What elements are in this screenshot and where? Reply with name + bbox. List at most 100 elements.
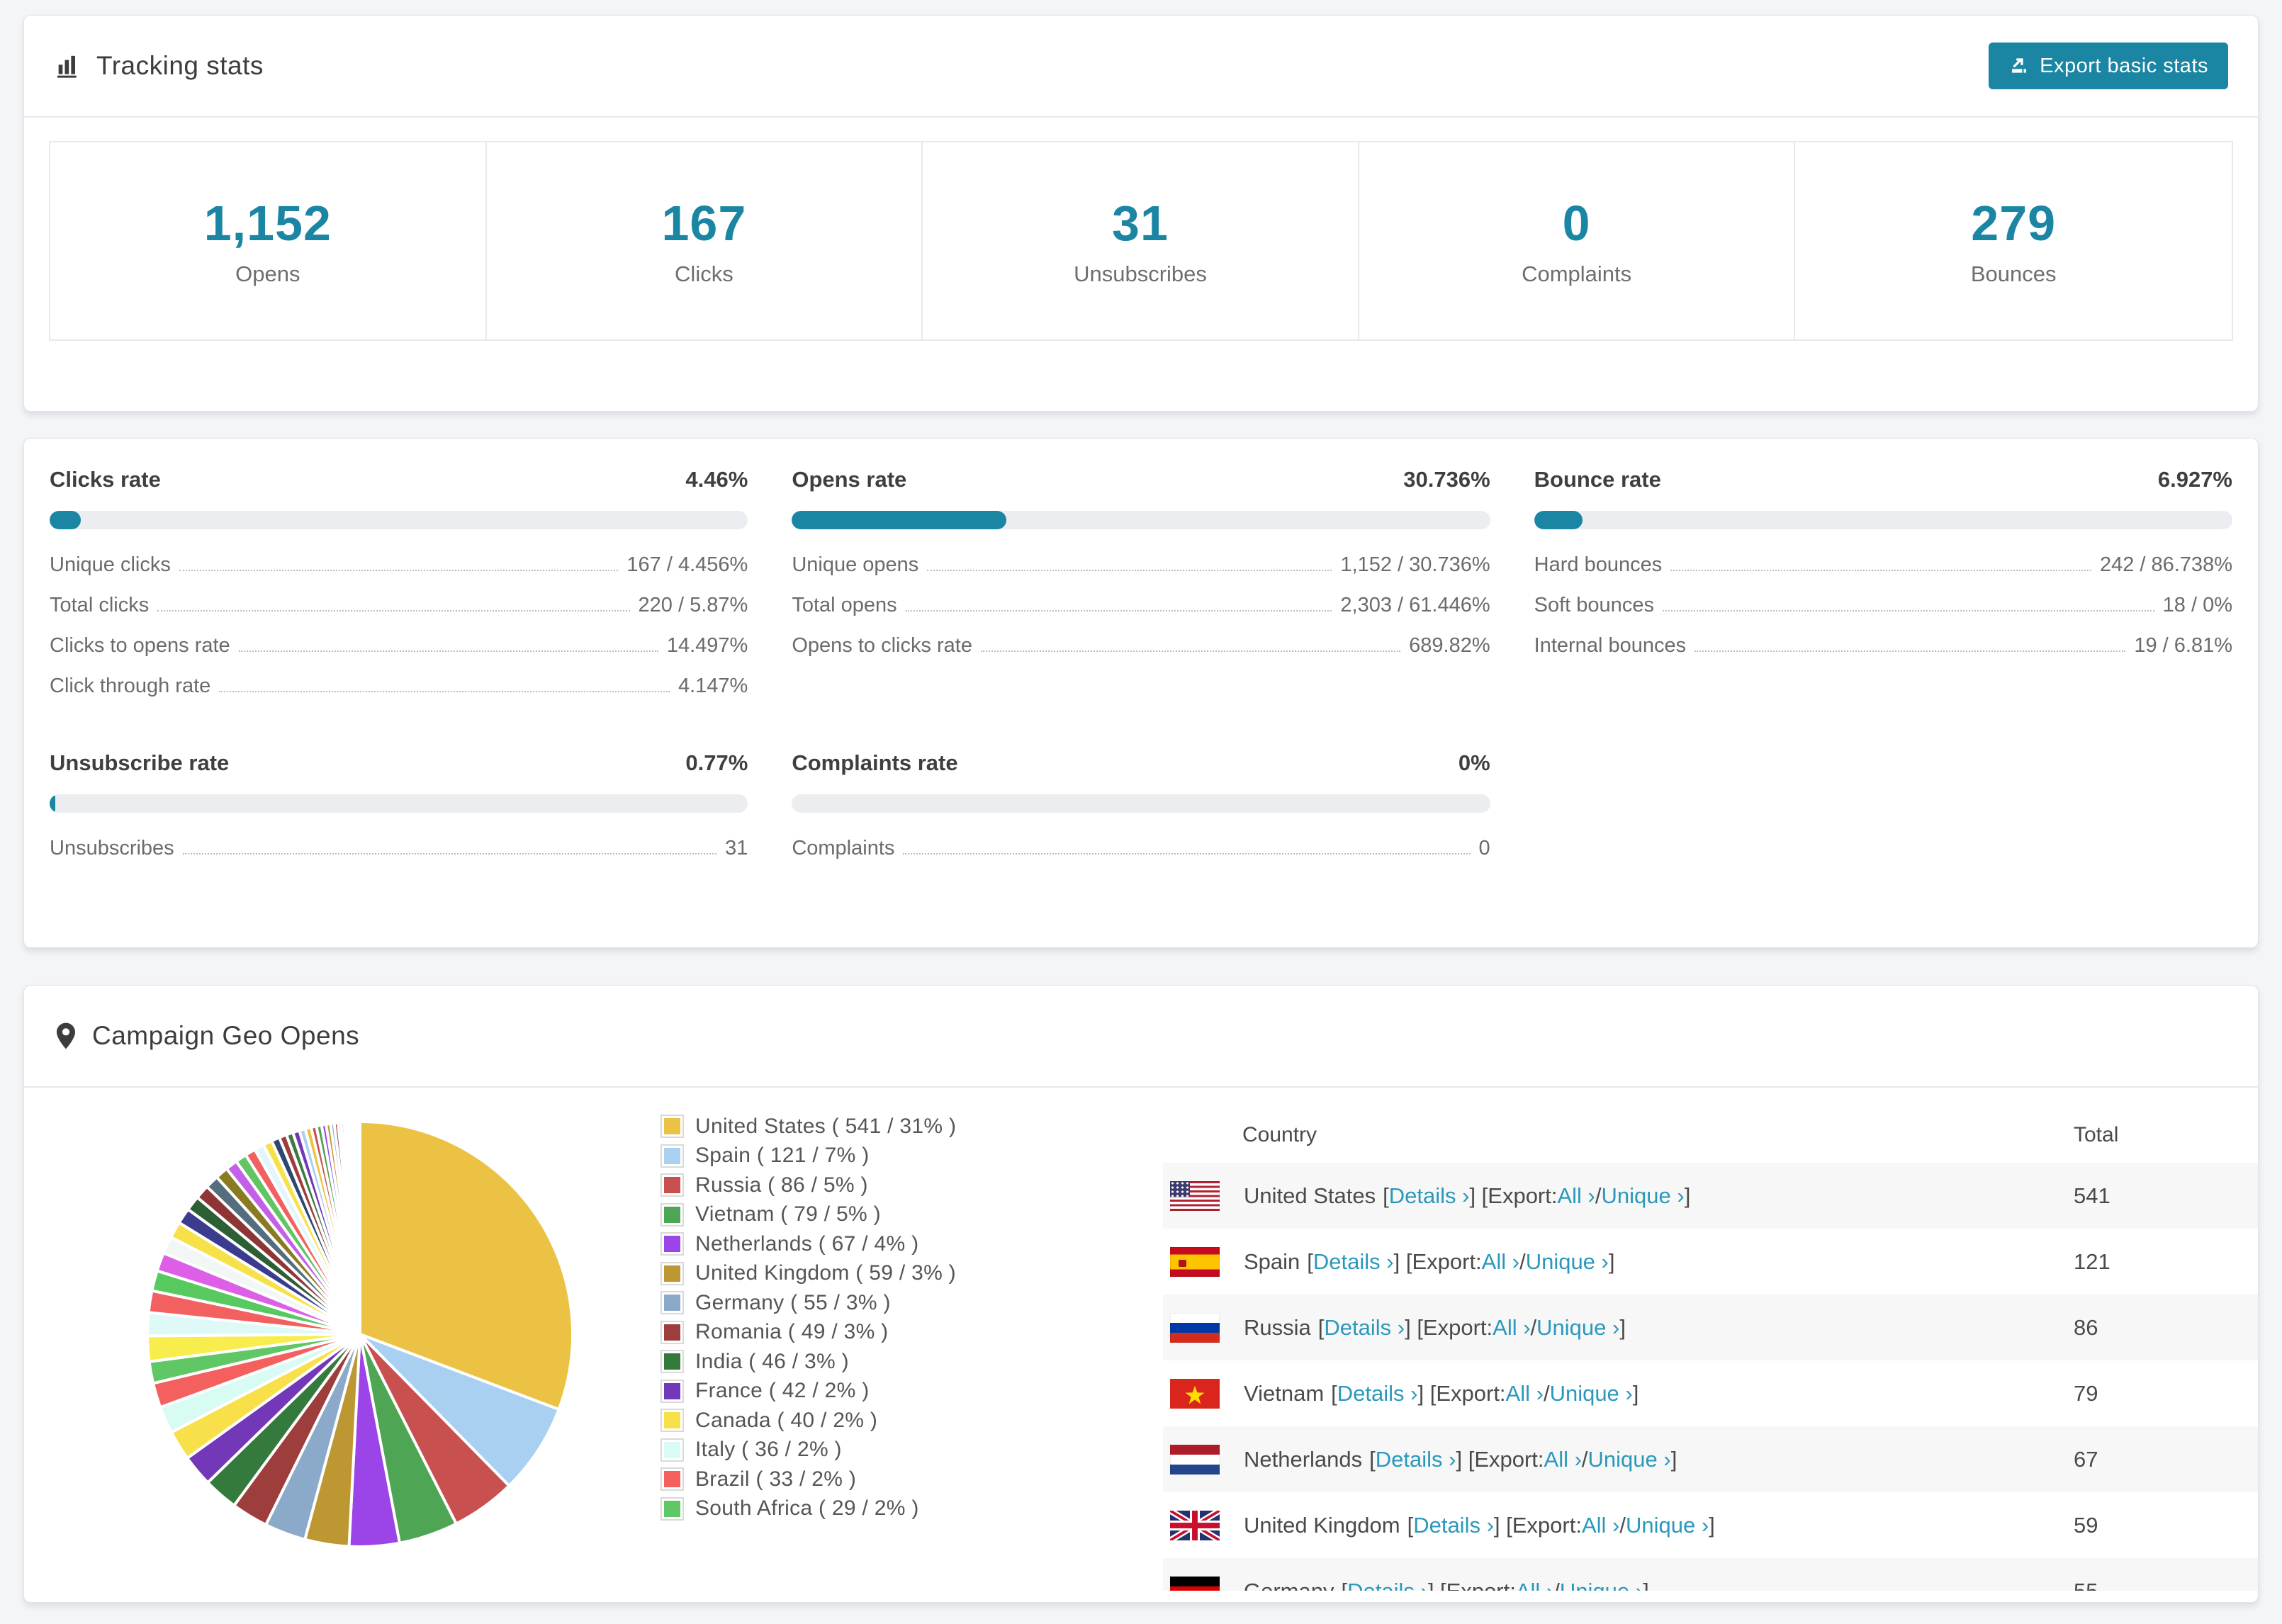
- rate-value: 0%: [1458, 750, 1490, 775]
- total-cell: 541: [2074, 1183, 2110, 1208]
- country-cell: Vietnam[Details ›] [Export: All › / Uniq…: [1163, 1378, 2074, 1409]
- country-name: Vietnam: [1244, 1380, 1325, 1406]
- country-name: United Kingdom: [1244, 1512, 1400, 1538]
- rate-row-label: Internal bounces: [1534, 634, 1687, 657]
- column-header-total: Total: [2074, 1123, 2119, 1146]
- export-unique-link[interactable]: Unique ›: [1602, 1183, 1685, 1209]
- campaign-geo-opens-card: Campaign Geo Opens United States ( 541 /…: [23, 985, 2259, 1603]
- export-unique-link[interactable]: Unique ›: [1550, 1381, 1633, 1406]
- export-unique-link[interactable]: Unique ›: [1536, 1315, 1619, 1341]
- export-all-link[interactable]: All ›: [1506, 1381, 1544, 1406]
- legend-label: Brazil ( 33 / 2% ): [695, 1467, 857, 1491]
- export-all-link[interactable]: All ›: [1557, 1183, 1595, 1209]
- export-unique-link[interactable]: Unique ›: [1588, 1447, 1671, 1472]
- legend-color-swatch: [662, 1116, 682, 1137]
- legend-item-south-africa: South Africa ( 29 / 2% ): [662, 1494, 956, 1524]
- details-link[interactable]: Details ›: [1347, 1579, 1428, 1591]
- legend-label: United Kingdom ( 59 / 3% ): [695, 1261, 956, 1285]
- rate-row-click-through-rate: Click through rate 4.147%: [50, 675, 748, 715]
- rate-value: 0.77%: [685, 750, 748, 775]
- rate-row-value: 31: [725, 837, 748, 859]
- summary-value: 31: [1112, 196, 1169, 251]
- dotted-leader: [1670, 570, 2091, 571]
- bar-chart-icon: [57, 55, 77, 78]
- legend-color-swatch: [662, 1204, 682, 1225]
- summary-value: 167: [661, 196, 747, 251]
- rate-rows: Hard bounces 242 / 86.738% Soft bounces 18 …: [1534, 553, 2232, 675]
- bracket-text: /: [1543, 1380, 1550, 1406]
- map-pin-icon: [56, 1022, 76, 1049]
- legend-item-france: France ( 42 / 2% ): [662, 1377, 956, 1406]
- export-all-link[interactable]: All ›: [1493, 1315, 1530, 1341]
- rate-row-label: Soft bounces: [1534, 594, 1654, 616]
- legend-label: France ( 42 / 2% ): [695, 1379, 870, 1403]
- geo-opens-table: Country Total United States[Details ›] [Ex…: [1163, 1107, 2258, 1591]
- rate-rows: Unsubscribes 31: [50, 837, 748, 877]
- rate-title: Clicks rate: [50, 467, 161, 492]
- bracket-text: ]: [1670, 1446, 1677, 1472]
- dotted-leader: [179, 570, 619, 571]
- legend-color-swatch: [662, 1145, 682, 1166]
- legend-item-romania: Romania ( 49 / 3% ): [662, 1318, 956, 1348]
- legend-label: Canada ( 40 / 2% ): [695, 1408, 878, 1432]
- country-name: Netherlands: [1244, 1446, 1363, 1472]
- legend-color-swatch: [662, 1234, 682, 1255]
- summary-cell-opens: 1,152 Opens: [50, 142, 487, 339]
- rate-block-clicks-rate: Clicks rate 4.46% Unique clicks 167 / 4.456…: [50, 467, 748, 715]
- details-link[interactable]: Details ›: [1313, 1249, 1394, 1275]
- export-all-link[interactable]: All ›: [1544, 1447, 1582, 1472]
- ru-flag-icon: [1170, 1312, 1220, 1343]
- export-basic-stats-button[interactable]: Export basic stats: [1989, 43, 2228, 89]
- legend-item-russia: Russia ( 86 / 5% ): [662, 1171, 956, 1200]
- tracking-stats-page: Tracking stats Export basic stats 1,152 O…: [0, 0, 2282, 1624]
- country-name: United States: [1244, 1183, 1376, 1208]
- rate-title: Complaints rate: [792, 750, 958, 775]
- export-all-link[interactable]: All ›: [1482, 1249, 1519, 1275]
- bracket-text: [: [1383, 1183, 1389, 1208]
- table-row-spain: Spain [Details ›] [Export: All › / Unique…: [1163, 1229, 2258, 1295]
- country-name: Germany: [1244, 1578, 1334, 1591]
- table-row-united-states: United States[Details ›] [Export: All › …: [1163, 1163, 2258, 1229]
- export-all-link[interactable]: All ›: [1516, 1579, 1553, 1591]
- rates-card: Clicks rate 4.46% Unique clicks 167 / 4.456…: [23, 438, 2259, 948]
- bracket-text: ]: [1608, 1248, 1615, 1274]
- geo-body: United States ( 541 / 31% ) Spain ( 121 /…: [24, 1088, 2258, 1618]
- dotted-leader: [1694, 650, 2126, 652]
- legend-color-swatch: [662, 1292, 682, 1314]
- details-link[interactable]: Details ›: [1413, 1513, 1494, 1538]
- export-unique-link[interactable]: Unique ›: [1526, 1249, 1609, 1275]
- page-title-label: Tracking stats: [96, 51, 264, 80]
- bracket-text: /: [1595, 1183, 1602, 1208]
- rate-block-unsubscribe-rate: Unsubscribe rate 0.77% Unsubscribes 31: [50, 750, 748, 877]
- details-link[interactable]: Details ›: [1389, 1183, 1470, 1209]
- export-unique-link[interactable]: Unique ›: [1626, 1513, 1709, 1538]
- rate-row-unique-clicks: Unique clicks 167 / 4.456%: [50, 553, 748, 594]
- rate-row-label: Total opens: [792, 594, 897, 616]
- rate-progress-bar: [792, 511, 1490, 529]
- summary-cell-unsubscribes: 31 Unsubscribes: [923, 142, 1359, 339]
- table-row-netherlands: Netherlands[Details ›] [Export: All › / …: [1163, 1426, 2258, 1492]
- dotted-leader: [157, 610, 630, 611]
- bracket-text: /: [1581, 1446, 1588, 1472]
- rate-progress-bar: [50, 794, 748, 813]
- us-flag-icon: [1170, 1180, 1220, 1211]
- export-all-link[interactable]: All ›: [1582, 1513, 1619, 1538]
- country-cell: United Kingdom [Details ›] [Export: All ›…: [1163, 1510, 2074, 1540]
- details-link[interactable]: Details ›: [1376, 1447, 1456, 1472]
- export-unique-link[interactable]: Unique ›: [1560, 1579, 1643, 1591]
- legend-color-swatch: [662, 1469, 682, 1490]
- bracket-text: [: [1317, 1314, 1325, 1340]
- country-cell: Germany [Details ›] [Export: All › / Uniq…: [1163, 1576, 2074, 1591]
- bracket-text: ]: [1632, 1380, 1639, 1406]
- rate-row-value: 14.497%: [666, 634, 748, 657]
- total-cell: 67: [2074, 1446, 2098, 1472]
- legend-color-swatch: [662, 1263, 682, 1284]
- legend-label: Italy ( 36 / 2% ): [695, 1438, 842, 1462]
- rate-row-unsubscribes: Unsubscribes 31: [50, 837, 748, 877]
- rate-row-value: 19 / 6.81%: [2134, 634, 2232, 657]
- legend-color-swatch: [662, 1439, 682, 1460]
- legend-item-india: India ( 46 / 3% ): [662, 1347, 956, 1377]
- details-link[interactable]: Details ›: [1324, 1315, 1405, 1341]
- details-link[interactable]: Details ›: [1337, 1381, 1418, 1406]
- rate-title: Opens rate: [792, 467, 907, 492]
